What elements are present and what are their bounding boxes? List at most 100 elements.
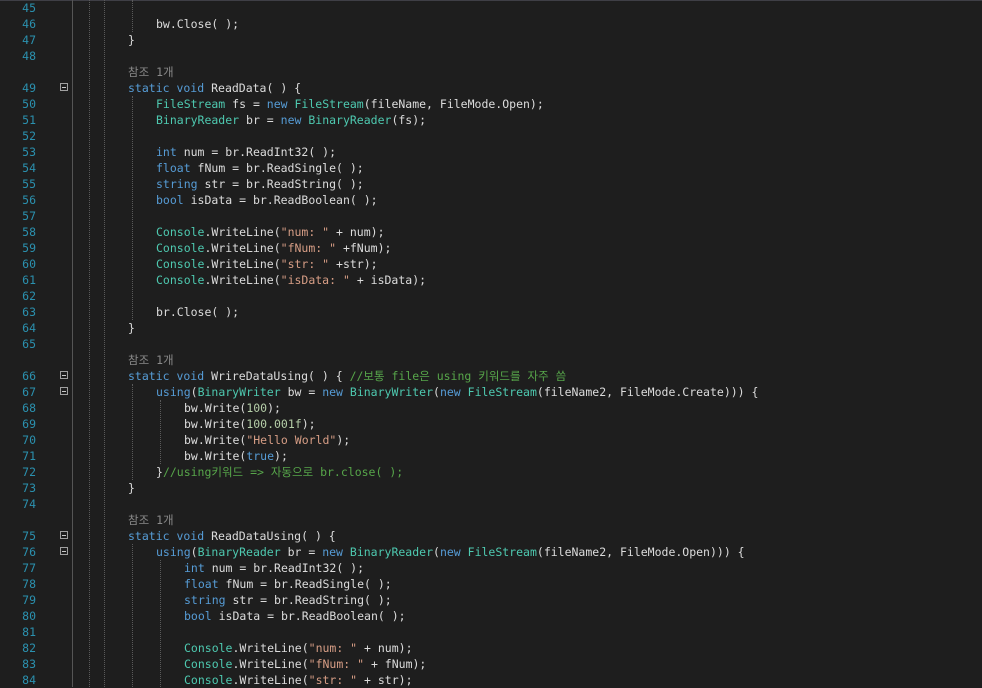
line-number: 80 bbox=[22, 609, 36, 623]
code-text: bw.Write(100.001f); bbox=[184, 416, 316, 432]
code-token: (fileName2, FileMode.Open))) { bbox=[536, 545, 745, 559]
code-line[interactable]: 64} bbox=[0, 320, 982, 336]
code-line[interactable]: 60 Console.WriteLine("str: " +str); bbox=[0, 256, 982, 272]
code-line[interactable]: 74 bbox=[0, 496, 982, 512]
code-token: } bbox=[128, 481, 135, 495]
code-line[interactable]: 63 br.Close( ); bbox=[0, 304, 982, 320]
code-token: "isData: " bbox=[280, 273, 350, 287]
codelens-reference[interactable]: 참조 1개 bbox=[0, 64, 982, 80]
code-text: bw.Write(100); bbox=[184, 400, 281, 416]
code-line[interactable]: 66 static void WrireDataUsing( ) { //보통 f… bbox=[0, 368, 982, 384]
code-text: using(BinaryWriter bw = new BinaryWriter… bbox=[156, 384, 758, 400]
codelens-reference[interactable]: 참조 1개 bbox=[0, 352, 982, 368]
code-text: float fNum = br.ReadSingle( ); bbox=[184, 576, 392, 592]
collapse-icon[interactable] bbox=[60, 83, 68, 91]
code-line[interactable]: 72}//using키워드 => 자동으로 br.close( ); bbox=[0, 464, 982, 480]
code-token: + num); bbox=[329, 225, 385, 239]
code-editor[interactable]: 45 46 bw.Close( ); 47} 48 참조 1개 49 static void … bbox=[0, 0, 982, 687]
code-token: } bbox=[128, 321, 135, 335]
code-token: "fNum: " bbox=[280, 241, 337, 255]
code-token: ( bbox=[190, 545, 198, 559]
code-token: +str); bbox=[329, 257, 378, 271]
code-line[interactable]: 78 float fNum = br.ReadSingle( ); bbox=[0, 576, 982, 592]
code-line[interactable]: 48 bbox=[0, 48, 982, 64]
code-token: Console bbox=[184, 641, 233, 655]
code-line[interactable]: 61 Console.WriteLine("isData: " + isData)… bbox=[0, 272, 982, 288]
code-token: bw.Write( bbox=[184, 449, 247, 463]
code-text: Console.WriteLine("isData: " + isData); bbox=[156, 272, 426, 288]
code-line[interactable]: 80 bool isData = br.ReadBoolean( ); bbox=[0, 608, 982, 624]
code-text: static void ReadData( ) { bbox=[128, 80, 301, 96]
code-line[interactable]: 67 using(BinaryWriter bw = new BinaryWrit… bbox=[0, 384, 982, 400]
line-number: 83 bbox=[22, 657, 36, 671]
code-token: "num: " bbox=[280, 225, 330, 239]
code-token: br = bbox=[280, 545, 323, 559]
code-token: new bbox=[266, 97, 295, 111]
code-text: } bbox=[128, 320, 135, 336]
code-line[interactable]: 52 bbox=[0, 128, 982, 144]
code-line[interactable]: 81 bbox=[0, 624, 982, 640]
code-line[interactable]: 79 string str = br.ReadString( ); bbox=[0, 592, 982, 608]
code-token: Console bbox=[156, 241, 205, 255]
code-token: new bbox=[322, 545, 350, 559]
line-number: 77 bbox=[22, 561, 36, 575]
code-line[interactable]: 57 bbox=[0, 208, 982, 224]
code-line[interactable]: 82 Console.WriteLine("num: " + num); bbox=[0, 640, 982, 656]
code-line[interactable]: 47} bbox=[0, 32, 982, 48]
code-token: Console bbox=[184, 673, 233, 687]
line-number: 53 bbox=[22, 145, 36, 159]
code-token: "str: " bbox=[280, 257, 330, 271]
code-line[interactable]: 55 string str = br.ReadString( ); bbox=[0, 176, 982, 192]
line-number: 69 bbox=[22, 417, 36, 431]
code-token: .WriteLine( bbox=[204, 241, 281, 255]
line-number: 68 bbox=[22, 401, 36, 415]
code-line[interactable]: 49 static void ReadData( ) { bbox=[0, 80, 982, 96]
code-line[interactable]: 68 bw.Write(100); bbox=[0, 400, 982, 416]
code-line[interactable]: 84 Console.WriteLine("str: " + str); bbox=[0, 672, 982, 688]
code-line[interactable]: 75 static void ReadDataUsing( ) { bbox=[0, 528, 982, 544]
collapse-icon[interactable] bbox=[60, 531, 68, 539]
collapse-icon[interactable] bbox=[60, 387, 68, 395]
code-line[interactable]: 53 int num = br.ReadInt32( ); bbox=[0, 144, 982, 160]
code-token: .WriteLine( bbox=[232, 641, 309, 655]
code-token: ReadData( ) { bbox=[211, 81, 302, 95]
line-number: 75 bbox=[22, 529, 36, 543]
code-line[interactable]: 71 bw.Write(true); bbox=[0, 448, 982, 464]
code-line[interactable]: 83 Console.WriteLine("fNum: " + fNum); bbox=[0, 656, 982, 672]
code-token: ReadDataUsing( ) { bbox=[211, 529, 336, 543]
collapse-icon[interactable] bbox=[60, 371, 68, 379]
code-token: string bbox=[156, 177, 198, 191]
code-token: bw.Write( bbox=[184, 401, 247, 415]
line-number: 74 bbox=[22, 497, 36, 511]
code-text: int num = br.ReadInt32( ); bbox=[156, 144, 336, 160]
codelens-reference-label[interactable]: 참조 1개 bbox=[128, 64, 174, 80]
code-line[interactable]: 65 bbox=[0, 336, 982, 352]
line-number: 67 bbox=[22, 385, 36, 399]
code-line[interactable]: 69 bw.Write(100.001f); bbox=[0, 416, 982, 432]
code-line[interactable]: 70 bw.Write("Hello World"); bbox=[0, 432, 982, 448]
code-line[interactable]: 46 bw.Close( ); bbox=[0, 16, 982, 32]
code-line[interactable]: 56 bool isData = br.ReadBoolean( ); bbox=[0, 192, 982, 208]
code-token: "num: " bbox=[308, 641, 358, 655]
codelens-reference-label[interactable]: 참조 1개 bbox=[128, 352, 174, 368]
codelens-reference-label[interactable]: 참조 1개 bbox=[128, 512, 174, 528]
code-line[interactable]: 58 Console.WriteLine("num: " + num); bbox=[0, 224, 982, 240]
code-line[interactable]: 51 BinaryReader br = new BinaryReader(fs)… bbox=[0, 112, 982, 128]
code-line[interactable]: 77 int num = br.ReadInt32( ); bbox=[0, 560, 982, 576]
code-line[interactable]: 62 bbox=[0, 288, 982, 304]
code-token: bool bbox=[184, 609, 212, 623]
line-number: 82 bbox=[22, 641, 36, 655]
code-line[interactable]: 50 FileStream fs = new FileStream(fileNam… bbox=[0, 96, 982, 112]
code-line[interactable]: 76 using(BinaryReader br = new BinaryRead… bbox=[0, 544, 982, 560]
code-text: Console.WriteLine("fNum: " +fNum); bbox=[156, 240, 391, 256]
code-line[interactable]: 59 Console.WriteLine("fNum: " +fNum); bbox=[0, 240, 982, 256]
code-token: bw.Close( ); bbox=[156, 17, 240, 31]
line-number: 71 bbox=[22, 449, 36, 463]
code-text: using(BinaryReader br = new BinaryReader… bbox=[156, 544, 745, 560]
collapse-icon[interactable] bbox=[60, 547, 68, 555]
code-line[interactable]: 73} bbox=[0, 480, 982, 496]
code-token: num = br.ReadInt32( ); bbox=[204, 561, 365, 575]
code-line[interactable]: 54 float fNum = br.ReadSingle( ); bbox=[0, 160, 982, 176]
code-line[interactable]: 45 bbox=[0, 0, 982, 16]
codelens-reference[interactable]: 참조 1개 bbox=[0, 512, 982, 528]
